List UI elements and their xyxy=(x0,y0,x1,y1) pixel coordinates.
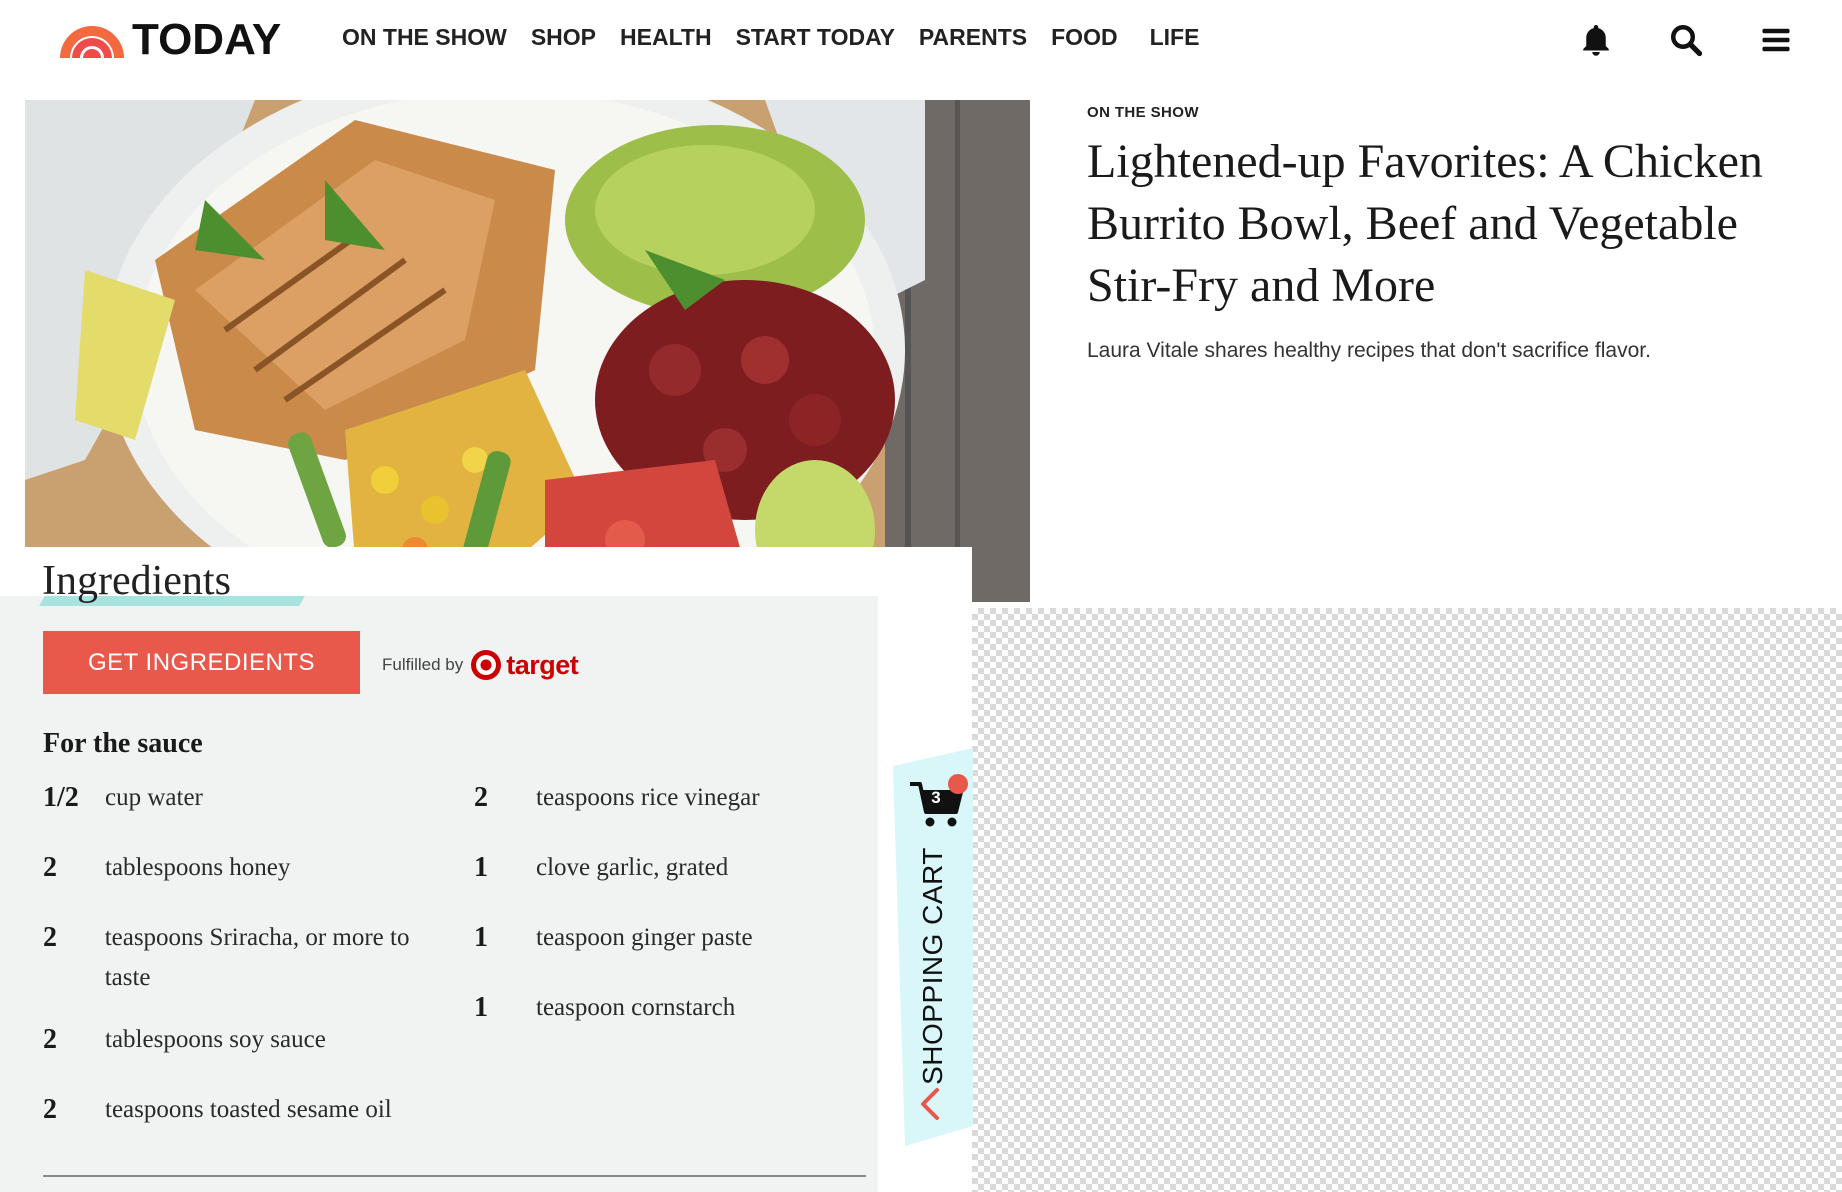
ingredient-desc: teaspoons rice vinegar xyxy=(536,784,760,811)
menu-icon[interactable] xyxy=(1754,18,1798,62)
cart-notification-dot xyxy=(948,774,968,794)
ingredient-row: 2 teaspoons Sriracha, or more to taste xyxy=(43,918,443,998)
cart-count: 3 xyxy=(931,788,941,807)
nav-life[interactable]: LIFE xyxy=(1150,22,1200,52)
ingredients-divider xyxy=(43,1175,866,1177)
food-photo xyxy=(25,100,1030,602)
fulfilled-by: Fulfilled by target xyxy=(382,648,579,682)
ingredient-desc: teaspoons Sriracha, or more to taste xyxy=(104,924,410,991)
hero-image-burrito-bowl[interactable] xyxy=(25,100,1030,602)
ingredient-row: 1 clove garlic, grated xyxy=(474,848,874,888)
article-header: ON THE SHOW Lightened-up Favorites: A Ch… xyxy=(1087,104,1807,363)
ingredient-desc: teaspoon cornstarch xyxy=(536,994,736,1021)
shopping-cart-tab[interactable]: 3 SHOPPING CART xyxy=(893,748,973,1146)
article-kicker[interactable]: ON THE SHOW xyxy=(1087,104,1807,121)
nav-shop[interactable]: SHOP xyxy=(531,22,596,52)
ingredient-qty: 2 xyxy=(43,1024,57,1055)
today-logo[interactable]: TODAY xyxy=(56,18,281,62)
sunrise-logo-icon xyxy=(60,26,124,58)
ingredient-row: 1/2 cup water xyxy=(43,778,443,818)
ingredient-qty: 1 xyxy=(474,852,488,883)
article-dek: Laura Vitale shares healthy recipes that… xyxy=(1087,339,1651,362)
bell-icon[interactable] xyxy=(1574,18,1618,62)
nav-health[interactable]: HEALTH xyxy=(620,22,712,52)
logo-text: TODAY xyxy=(132,15,282,64)
article-headline[interactable]: Lightened-up Favorites: A Chicken Burrit… xyxy=(1087,131,1807,317)
ingredient-qty: 2 xyxy=(474,782,488,813)
nav-food[interactable]: FOOD xyxy=(1051,22,1117,52)
transparent-area xyxy=(972,608,1842,1192)
ingredient-desc: cup water xyxy=(105,784,203,811)
ingredient-desc: tablespoons honey xyxy=(105,854,291,881)
ingredient-qty: 2 xyxy=(43,922,57,953)
ingredients-title: Ingredients xyxy=(42,558,231,604)
nav-parents[interactable]: PARENTS xyxy=(919,22,1027,52)
main-nav: ON THE SHOW SHOP HEALTH START TODAY PARE… xyxy=(342,22,1223,52)
search-icon[interactable] xyxy=(1664,18,1708,62)
ingredient-row: 2 teaspoons rice vinegar xyxy=(474,778,874,818)
ingredient-desc: clove garlic, grated xyxy=(536,854,729,881)
get-ingredients-button[interactable]: GET INGREDIENTS xyxy=(43,631,360,694)
shopping-cart-label[interactable]: SHOPPING CART xyxy=(917,847,949,1085)
ingredient-desc: teaspoon ginger paste xyxy=(536,924,753,951)
ingredient-row: 2 tablespoons honey xyxy=(43,848,443,888)
ingredient-qty: 1 xyxy=(474,922,488,953)
ingredient-row: 1 teaspoon ginger paste xyxy=(474,918,874,958)
ingredient-row: 2 tablespoons soy sauce xyxy=(43,1020,443,1060)
target-wordmark: target xyxy=(506,649,579,680)
target-bullseye-icon xyxy=(469,648,503,682)
ingredient-desc: teaspoons toasted sesame oil xyxy=(105,1096,392,1123)
nav-on-the-show[interactable]: ON THE SHOW xyxy=(342,22,507,52)
section-title-sauce: For the sauce xyxy=(43,728,203,759)
ingredient-qty: 1 xyxy=(474,992,488,1023)
nav-start-today[interactable]: START TODAY xyxy=(736,22,895,52)
ingredient-row: 1 teaspoon cornstarch xyxy=(474,988,874,1028)
site-header: TODAY ON THE SHOW SHOP HEALTH START TODA… xyxy=(0,0,1842,82)
ingredient-qty: 2 xyxy=(43,852,57,883)
ingredient-desc: tablespoons soy sauce xyxy=(105,1026,326,1053)
ingredients-title-block: Ingredients xyxy=(39,556,305,606)
ingredient-qty: 2 xyxy=(43,1094,57,1125)
ingredient-qty: 1/2 xyxy=(43,782,79,813)
chevron-left-icon[interactable] xyxy=(915,1084,945,1124)
ingredient-row: 2 teaspoons toasted sesame oil xyxy=(43,1090,463,1130)
fulfilled-label: Fulfilled by xyxy=(382,655,464,674)
